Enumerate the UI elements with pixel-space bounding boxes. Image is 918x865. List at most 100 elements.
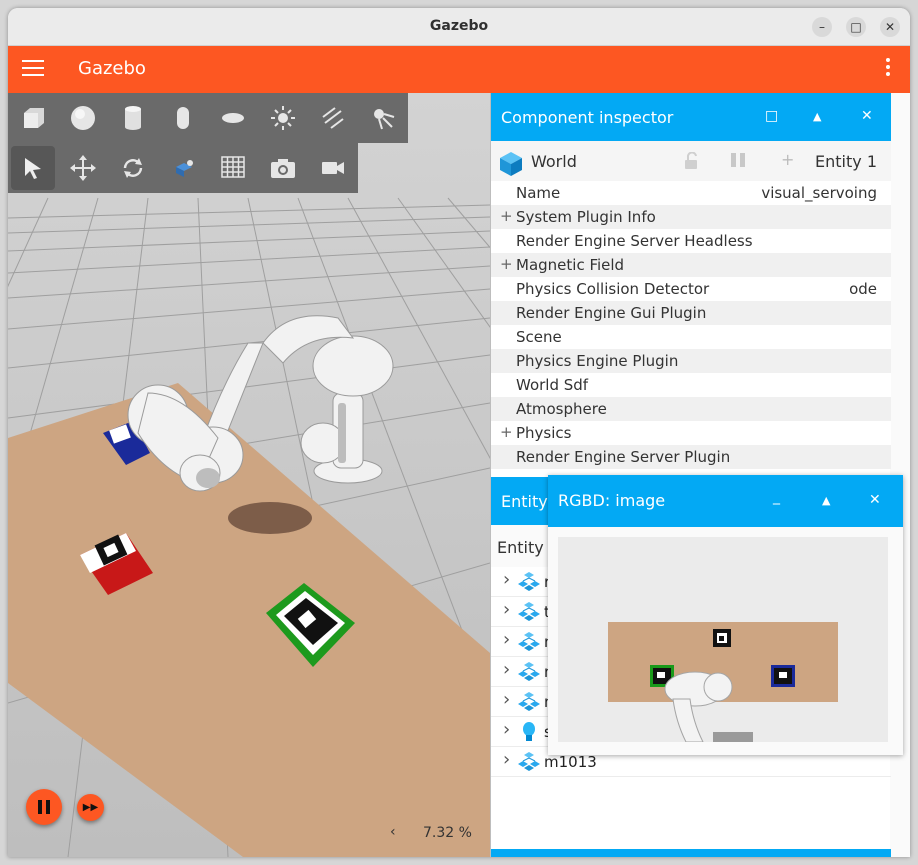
window-titlebar: Gazebo – □ ✕	[8, 8, 910, 46]
property-row: Name visual_servoing	[491, 181, 891, 205]
camera-icon[interactable]	[258, 143, 308, 193]
model-icon	[518, 572, 540, 591]
transform-toolbar	[8, 143, 358, 193]
property-label: Name	[516, 184, 561, 202]
rotate-icon[interactable]	[108, 143, 158, 193]
property-row[interactable]: + System Plugin Info	[491, 205, 891, 229]
rgbd-minimize-button[interactable]: _	[773, 489, 780, 505]
pause-updates-icon[interactable]	[731, 152, 749, 171]
spot-light-icon[interactable]	[358, 93, 408, 143]
property-label: Magnetic Field	[516, 256, 625, 274]
model-icon	[518, 602, 540, 621]
rgbd-collapse-button[interactable]: ▲	[822, 494, 830, 507]
expand-icon[interactable]: +	[500, 255, 513, 273]
property-row: Render Engine Server Plugin	[491, 445, 891, 469]
property-label: Render Engine Server Plugin	[516, 448, 731, 466]
window-title: Gazebo	[429, 18, 489, 34]
hamburger-menu-icon[interactable]	[22, 60, 44, 78]
model-icon	[518, 662, 540, 681]
property-row[interactable]: + Physics	[491, 421, 891, 445]
property-label: Physics Engine Plugin	[516, 352, 679, 370]
step-forward-button[interactable]: ▶▶	[77, 794, 104, 821]
chevron-right-icon[interactable]: ›	[503, 689, 510, 710]
transform-control-icon[interactable]	[158, 143, 208, 193]
inspector-header: Component inspector □ ▲ ✕	[491, 93, 891, 141]
property-value: visual_servoing	[761, 184, 877, 202]
model-icon	[518, 752, 540, 771]
property-label: Atmosphere	[516, 400, 607, 418]
directional-light-icon[interactable]	[308, 93, 358, 143]
inspector-collapse-button[interactable]: ▲	[813, 110, 821, 123]
property-row: Render Engine Server Headless	[491, 229, 891, 253]
real-time-factor: 7.32 %	[423, 825, 472, 841]
app-title: Gazebo	[78, 58, 146, 79]
chevron-right-icon[interactable]: ›	[503, 599, 510, 620]
rgbd-header: RGBD: image _ ▲ ✕	[548, 475, 903, 527]
property-row: Atmosphere	[491, 397, 891, 421]
properties-list: Name visual_servoing + System Plugin Info Re…	[491, 181, 891, 477]
window-close-button[interactable]: ✕	[880, 17, 900, 37]
rgbd-close-button[interactable]: ✕	[869, 492, 881, 508]
collapse-stats-icon[interactable]: ‹	[390, 824, 396, 840]
translate-icon[interactable]	[58, 143, 108, 193]
grid-icon[interactable]	[208, 143, 258, 193]
inspector-close-button[interactable]: ✕	[861, 108, 873, 124]
property-label: Physics	[516, 424, 572, 442]
pause-button[interactable]	[26, 789, 62, 825]
sphere-icon[interactable]	[58, 93, 108, 143]
inspector-maximize-button[interactable]: □	[765, 108, 778, 124]
lock-icon[interactable]	[683, 152, 699, 170]
sun-light-icon[interactable]	[258, 93, 308, 143]
light-bulb-icon	[523, 722, 535, 741]
chevron-right-icon[interactable]: ›	[503, 569, 510, 590]
window-minimize-button[interactable]: –	[812, 17, 832, 37]
property-label: Render Engine Server Headless	[516, 232, 753, 250]
property-row: Physics Collision Detector ode	[491, 277, 891, 301]
video-record-icon[interactable]	[308, 143, 358, 193]
property-label: World Sdf	[516, 376, 589, 394]
chevron-right-icon[interactable]: ›	[503, 659, 510, 680]
property-row: Physics Engine Plugin	[491, 349, 891, 373]
ellipsoid-icon[interactable]	[208, 93, 258, 143]
capsule-icon[interactable]	[158, 93, 208, 143]
inspector-title: Component inspector	[501, 108, 674, 127]
chevron-right-icon[interactable]: ›	[503, 629, 510, 650]
gazebo-window: Gazebo – □ ✕ Gazebo ▶▶ ‹ 7.32 % Componen…	[8, 8, 910, 857]
model-icon	[518, 692, 540, 711]
box-icon[interactable]	[8, 93, 58, 143]
entity-name: World	[531, 152, 577, 171]
property-row: World Sdf	[491, 373, 891, 397]
3d-scene-viewport[interactable]: ▶▶ ‹ 7.32 %	[8, 93, 490, 857]
app-bar: Gazebo	[8, 46, 910, 93]
property-label: Physics Collision Detector	[516, 280, 710, 298]
chevron-right-icon[interactable]: ›	[503, 719, 510, 740]
entity-id: Entity 1	[815, 152, 877, 171]
property-row[interactable]: + Magnetic Field	[491, 253, 891, 277]
expand-icon[interactable]: +	[500, 207, 513, 225]
inspector-entity-row: World + Entity 1	[491, 141, 891, 181]
model-icon	[518, 632, 540, 651]
camera-image	[558, 537, 888, 742]
tree-item-label: m1013	[544, 753, 597, 771]
chevron-right-icon[interactable]: ›	[503, 749, 510, 770]
more-options-icon[interactable]	[886, 58, 892, 79]
cylinder-icon[interactable]	[108, 93, 158, 143]
scene-render	[8, 93, 490, 857]
shapes-toolbar	[8, 93, 408, 143]
entity-tree-title: Entity	[501, 492, 548, 511]
expand-icon[interactable]: +	[500, 423, 513, 441]
property-label: Scene	[516, 328, 562, 346]
rgbd-image-panel: RGBD: image _ ▲ ✕	[548, 475, 903, 755]
camera-image-view	[558, 537, 888, 742]
world-cube-icon	[500, 152, 522, 176]
property-value: ode	[849, 280, 877, 298]
rgbd-title: RGBD: image	[558, 491, 666, 510]
window-maximize-button[interactable]: □	[846, 17, 866, 37]
select-arrow-icon[interactable]	[11, 146, 55, 190]
add-component-icon[interactable]: +	[781, 150, 794, 169]
property-label: System Plugin Info	[516, 208, 656, 226]
property-row: Scene	[491, 325, 891, 349]
property-label: Render Engine Gui Plugin	[516, 304, 707, 322]
panel-footer	[491, 849, 891, 857]
property-row: Render Engine Gui Plugin	[491, 301, 891, 325]
